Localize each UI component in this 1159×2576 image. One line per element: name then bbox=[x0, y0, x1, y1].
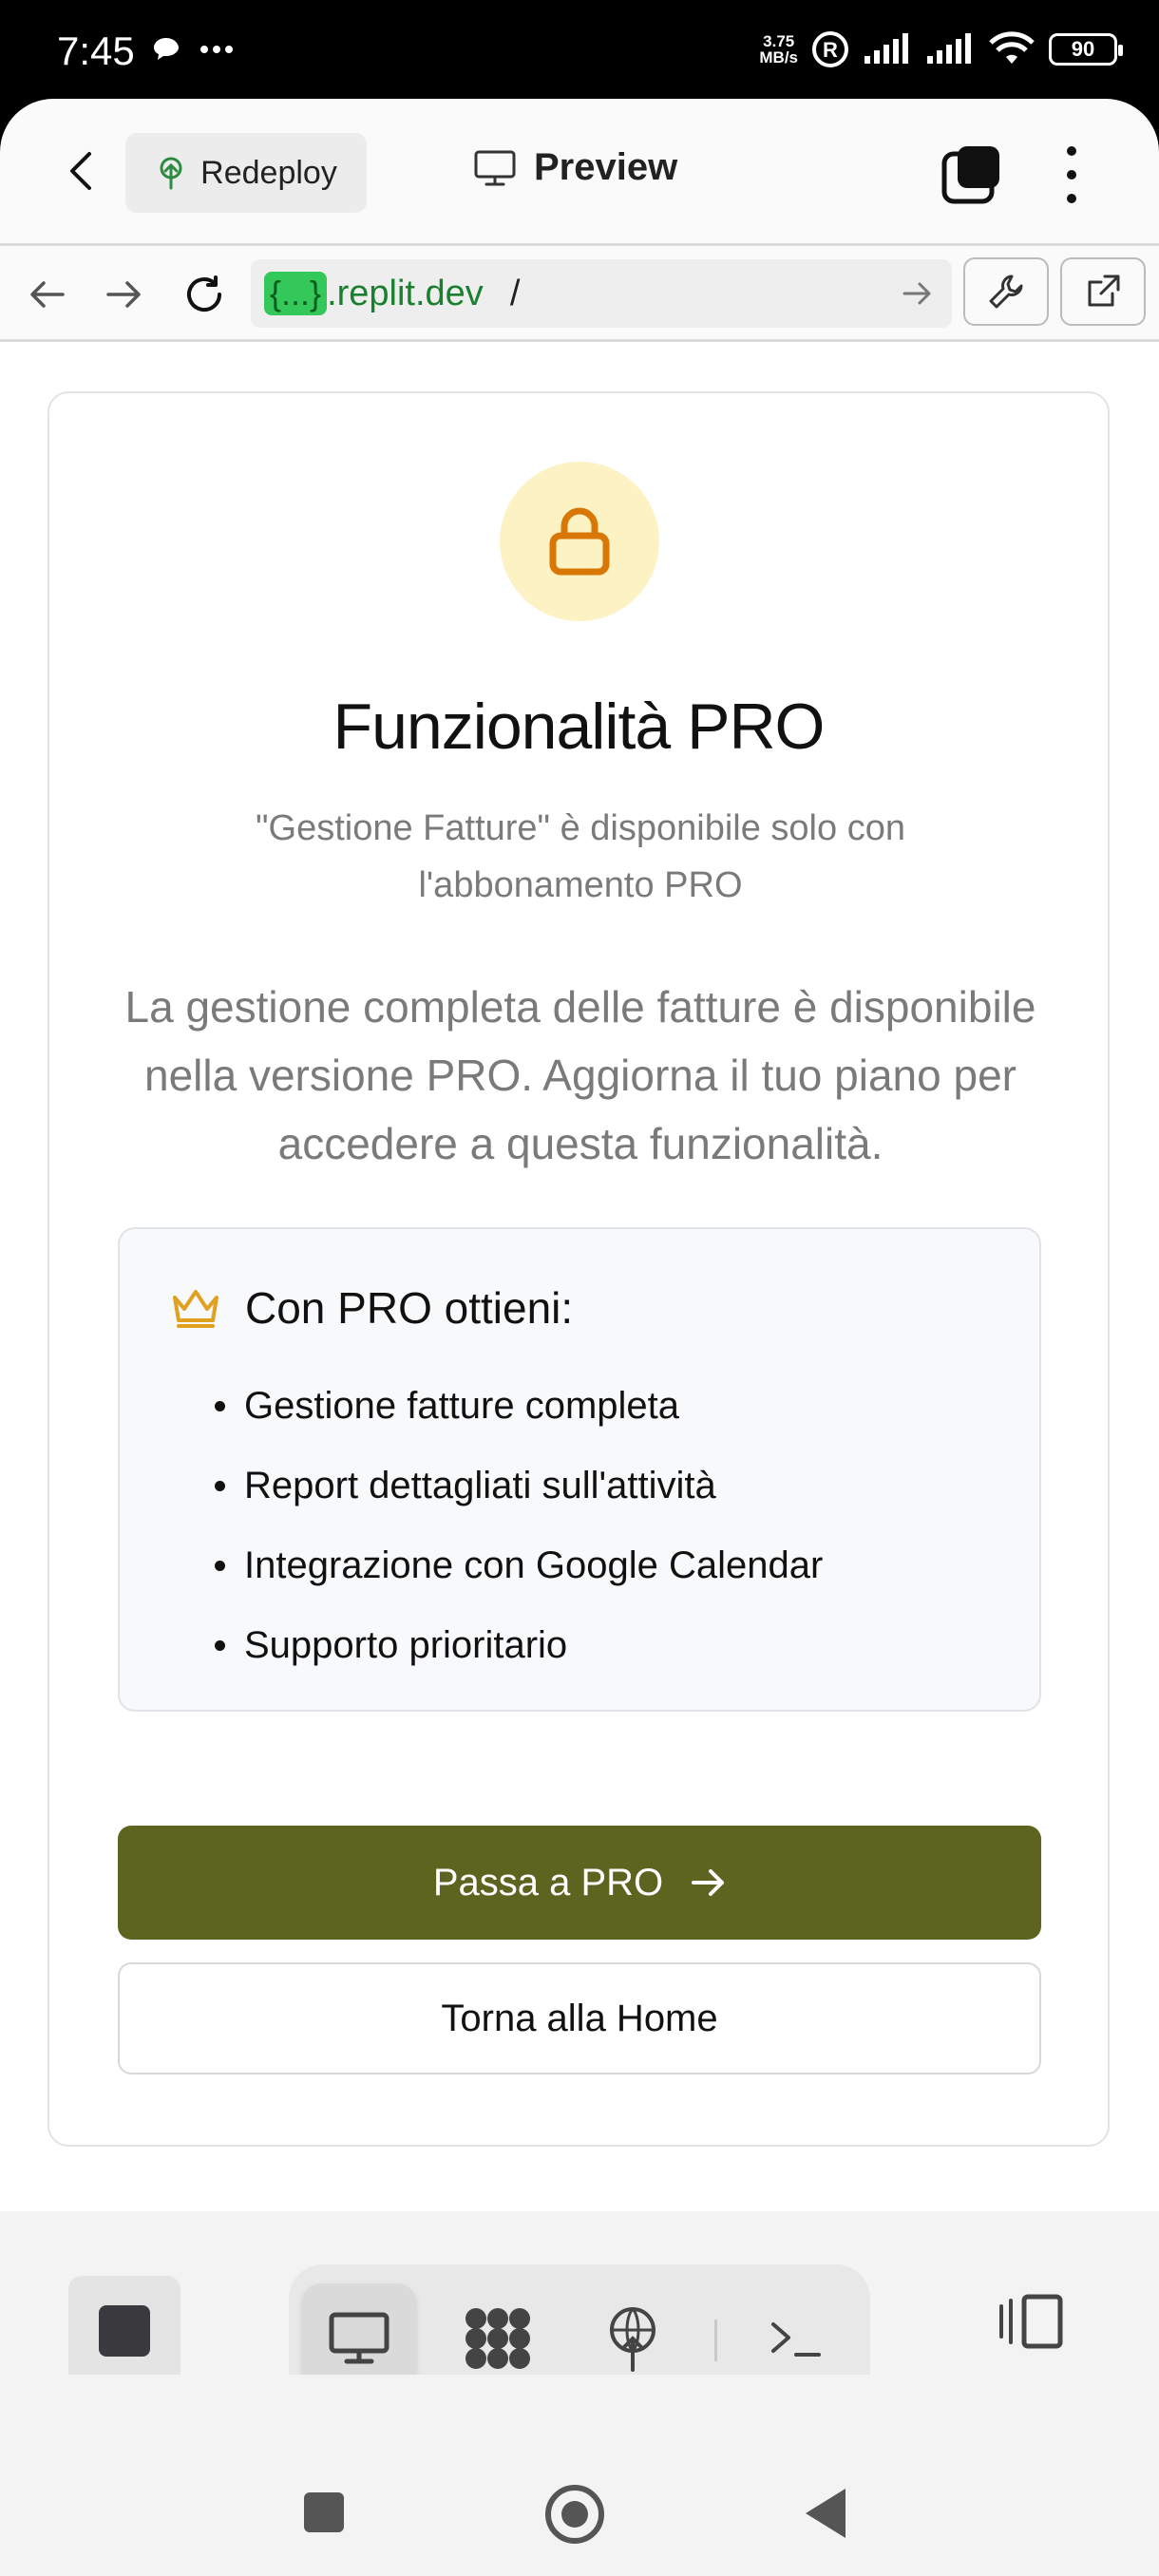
home-dot bbox=[561, 2501, 588, 2528]
workspace-toolbar bbox=[0, 2211, 1159, 2453]
status-notifications bbox=[152, 36, 234, 63]
back-home-label: Torna alla Home bbox=[441, 1997, 718, 2039]
deploy-icon bbox=[610, 2307, 656, 2372]
workspace-grid-icon bbox=[466, 2308, 530, 2369]
recents-button[interactable] bbox=[304, 2492, 344, 2532]
monitor-icon bbox=[474, 150, 516, 185]
kebab-dot bbox=[1067, 146, 1076, 156]
battery-indicator: 90 bbox=[1049, 33, 1123, 66]
back-home-button[interactable]: Torna alla Home bbox=[118, 1962, 1041, 2074]
deploy-icon bbox=[160, 157, 182, 190]
system-navigation bbox=[0, 2375, 1159, 2576]
card-title: Funzionalità PRO bbox=[332, 691, 826, 763]
go-arrow-icon[interactable] bbox=[901, 276, 935, 311]
kebab-dot bbox=[1067, 170, 1076, 180]
chevron-left-icon bbox=[70, 152, 91, 190]
svg-text:R: R bbox=[823, 38, 838, 62]
preview-content: Funzionalità PRO "Gestione Fatture" è di… bbox=[0, 342, 1159, 2310]
crown-icon bbox=[173, 1290, 218, 1328]
url-badge: {...} bbox=[264, 272, 328, 315]
layout-toggle-icon[interactable] bbox=[996, 2293, 1066, 2350]
status-right: 3.75 MB/s R 90 bbox=[759, 30, 1123, 68]
arrow-right-icon bbox=[692, 1869, 725, 1896]
card-subtitle: "Gestione Fatture" è disponibile solo co… bbox=[256, 808, 905, 905]
back-button[interactable] bbox=[55, 144, 108, 198]
url-bar: {...} .replit.dev / bbox=[0, 243, 1159, 342]
pro-benefits-box: Con PRO ottieni: Gestione fatture comple… bbox=[118, 1227, 1041, 1712]
pro-features-list: Gestione fatture completa Report dettagl… bbox=[215, 1366, 823, 1685]
pro-heading-label: Con PRO ottieni: bbox=[245, 1283, 574, 1333]
url-path: / bbox=[509, 273, 521, 313]
signal-icon bbox=[864, 33, 908, 64]
home-button[interactable] bbox=[545, 2485, 604, 2544]
status-time: 7:45 bbox=[57, 28, 135, 73]
signal-icon-2 bbox=[927, 33, 971, 64]
open-external-button[interactable] bbox=[1060, 257, 1146, 326]
reload-button[interactable] bbox=[180, 271, 228, 318]
shell-terminal-icon bbox=[771, 2322, 821, 2357]
external-link-icon bbox=[1088, 275, 1120, 307]
registered-icon: R bbox=[812, 31, 848, 67]
more-dots-icon bbox=[200, 46, 233, 53]
wrench-icon bbox=[989, 275, 1023, 309]
lock-icon bbox=[549, 507, 610, 576]
upgrade-pro-label: Passa a PRO bbox=[432, 1861, 664, 1904]
nav-forward-button[interactable] bbox=[101, 271, 148, 318]
list-item: Integrazione con Google Calendar bbox=[215, 1525, 823, 1605]
preview-label: Preview bbox=[534, 146, 678, 188]
tool-separator bbox=[714, 2320, 717, 2361]
redeploy-label: Redeploy bbox=[200, 154, 337, 191]
url-host: .replit.dev bbox=[327, 273, 484, 313]
redeploy-button[interactable]: Redeploy bbox=[125, 133, 367, 213]
status-bar: 7:45 3.75 MB/s R 90 bbox=[0, 0, 1159, 99]
list-item: Gestione fatture completa bbox=[215, 1366, 823, 1446]
tabs-icon[interactable] bbox=[940, 144, 1001, 205]
devtools-button[interactable] bbox=[963, 257, 1049, 326]
net-speed: 3.75 MB/s bbox=[759, 32, 798, 66]
list-item: Supporto prioritario bbox=[215, 1605, 823, 1685]
lock-badge bbox=[500, 462, 659, 621]
app-sheet: Redeploy Preview {...} .replit.dev / Fun… bbox=[0, 99, 1159, 2576]
upgrade-pro-button[interactable]: Passa a PRO bbox=[118, 1826, 1041, 1940]
wifi-icon bbox=[989, 31, 1035, 64]
nav-back-button[interactable] bbox=[23, 271, 70, 318]
arrow-right-icon bbox=[106, 281, 141, 308]
card-description: La gestione completa delle fatture è dis… bbox=[124, 982, 1036, 1168]
more-menu-button[interactable] bbox=[1053, 146, 1091, 203]
url-field[interactable]: {...} .replit.dev / bbox=[251, 259, 952, 328]
chat-bubble-icon bbox=[154, 38, 179, 60]
preview-monitor-icon bbox=[329, 2312, 390, 2364]
arrow-left-icon bbox=[30, 281, 65, 308]
stop-icon bbox=[99, 2305, 150, 2357]
kebab-dot bbox=[1067, 194, 1076, 203]
list-item: Report dettagliati sull'attività bbox=[215, 1446, 823, 1525]
system-back-button[interactable] bbox=[806, 2489, 846, 2538]
stop-button[interactable] bbox=[68, 2276, 180, 2386]
pro-benefits-heading: Con PRO ottieni: bbox=[169, 1282, 573, 1334]
top-bar: Redeploy Preview bbox=[0, 99, 1159, 243]
preview-title: Preview bbox=[473, 146, 677, 189]
reload-icon bbox=[187, 275, 221, 312]
pro-card: Funzionalità PRO "Gestione Fatture" è di… bbox=[48, 391, 1110, 2147]
